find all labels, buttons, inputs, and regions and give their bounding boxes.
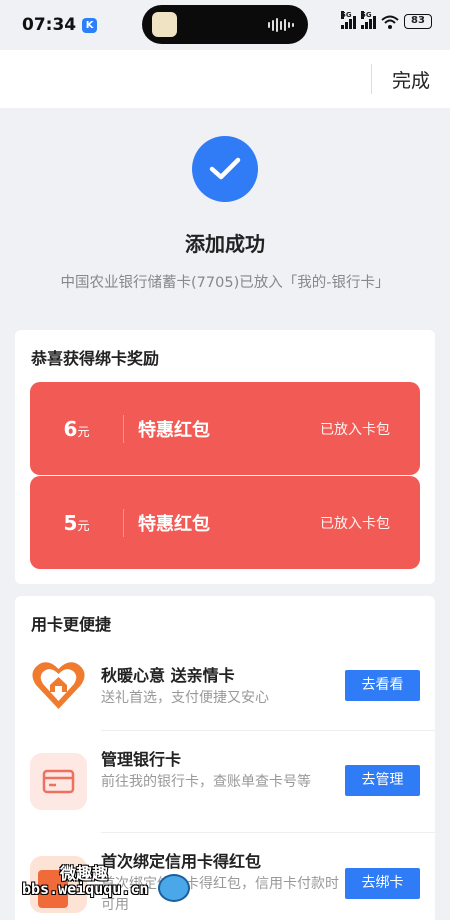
coupon-amount: 5元 <box>63 510 90 535</box>
watermark-url: bbs.weiququ.cn <box>22 880 149 898</box>
battery-icon: 83 <box>404 14 432 29</box>
go-manage-button[interactable]: 去管理 <box>345 765 420 796</box>
heart-gift-icon <box>32 662 85 709</box>
reward-title: 恭喜获得绑卡奖励 <box>31 349 160 368</box>
service-item-gift-card: 秋暖心意 送亲情卡 送礼首选，支付便捷又安心 去看看 <box>15 654 435 746</box>
service-desc: 前往我的银行卡，查账单查卡号等 <box>101 774 311 790</box>
audio-wave-icon <box>268 18 294 32</box>
coupon-status: 已放入卡包 <box>320 421 390 438</box>
coupon-name: 特惠红包 <box>138 419 210 441</box>
reward-card: 恭喜获得绑卡奖励 6元 特惠红包 已放入卡包 5元 特惠红包 已放入卡包 <box>15 330 435 584</box>
top-nav-bar: 完成 <box>0 50 450 108</box>
service-title: 秋暖心意 送亲情卡 <box>101 666 235 685</box>
done-button[interactable]: 完成 <box>392 66 430 93</box>
service-title: 管理银行卡 <box>101 750 182 769</box>
item-divider <box>101 832 435 833</box>
island-app-icon <box>152 12 177 37</box>
signal-icon: 5G <box>361 10 376 29</box>
success-title: 添加成功 <box>185 232 265 256</box>
app-badge-icon: K <box>82 17 98 33</box>
coupon-card[interactable]: 5元 特惠红包 已放入卡包 <box>30 476 420 569</box>
convenience-title: 用卡更便捷 <box>31 615 112 634</box>
watermark: 微趣趣 bbs.weiququ.cn <box>22 860 222 920</box>
coupon-separator <box>123 414 124 443</box>
coupon-separator <box>123 508 124 537</box>
status-time: 07:34 <box>22 15 77 35</box>
go-view-button[interactable]: 去看看 <box>345 670 420 701</box>
success-description: 中国农业银行储蓄卡(7705)已放入「我的-银行卡」 <box>60 275 390 291</box>
nav-divider <box>371 64 372 94</box>
dynamic-island[interactable] <box>142 5 308 44</box>
service-item-manage-card: 管理银行卡 前往我的银行卡，查账单查卡号等 去管理 <box>15 746 435 838</box>
watermark-mascot-icon <box>158 874 190 902</box>
coupon-name: 特惠红包 <box>138 513 210 535</box>
success-section: 添加成功 中国农业银行储蓄卡(7705)已放入「我的-银行卡」 <box>0 108 450 292</box>
service-desc: 送礼首选，支付便捷又安心 <box>101 690 269 706</box>
status-indicators: 5G 5G 83 <box>341 10 432 29</box>
coupon-card[interactable]: 6元 特惠红包 已放入卡包 <box>30 382 420 475</box>
wifi-icon <box>381 15 399 29</box>
coupon-status: 已放入卡包 <box>320 515 390 532</box>
signal-icon: 5G <box>341 10 356 29</box>
go-bind-button[interactable]: 去绑卡 <box>345 868 420 899</box>
item-divider <box>101 730 435 731</box>
success-check-icon <box>192 136 258 202</box>
coupon-amount: 6元 <box>63 416 90 441</box>
status-bar: 07:34 K 5G 5G 83 <box>0 0 450 50</box>
bank-card-icon <box>30 753 87 810</box>
